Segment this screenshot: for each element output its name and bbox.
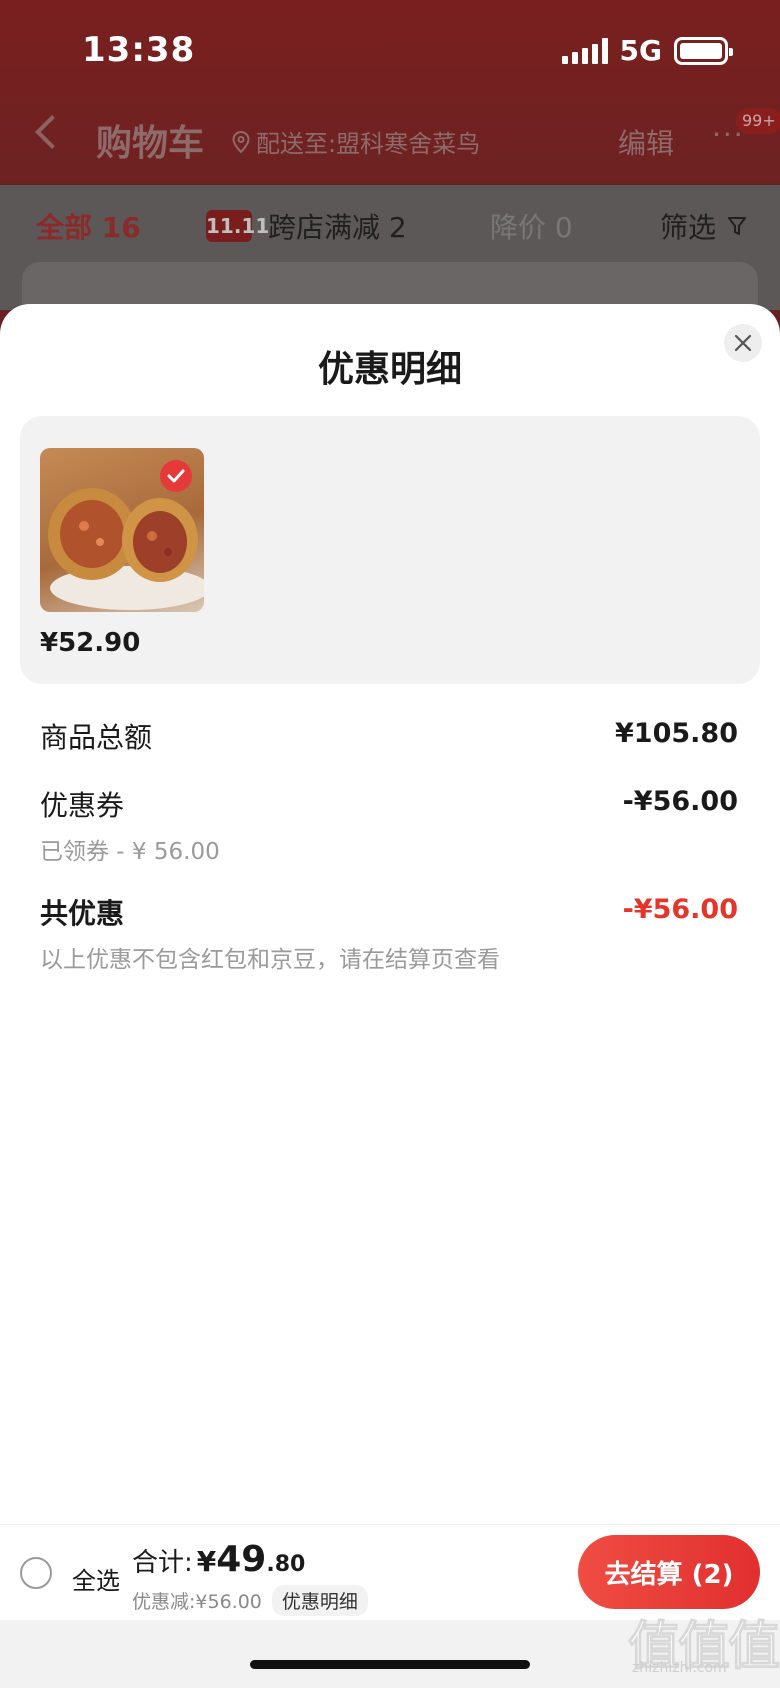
select-all-label[interactable]: 全选 [72,1561,120,1596]
coupon-note: 已领券 - ¥ 56.00 [40,839,220,865]
checkmark-icon [167,469,185,483]
filter-button[interactable]: 筛选 [660,206,747,246]
status-time: 13:38 [82,30,196,70]
goods-total-value: ¥105.80 [615,718,738,749]
battery-icon [674,36,733,65]
signal-icon [561,37,608,64]
product-selected-check[interactable] [160,460,192,492]
network-label: 5G [619,34,662,67]
total-label: 合计: [132,1548,193,1578]
location-pin-icon [232,130,250,153]
discount-amount: 优惠减:¥56.00 [132,1591,262,1613]
product-price: ¥52.90 [40,628,141,658]
watermark-url: zhizhizhi.com [632,1660,727,1676]
total-price: 合计: ¥ 49 .80 [132,1539,305,1580]
discount-detail-link[interactable]: 优惠明细 [271,1585,368,1616]
edit-button[interactable]: 编辑 [618,122,674,162]
delivery-location-text: 配送至:盟科寒舍菜鸟 [256,130,481,158]
coupon-label: 优惠券 [40,789,125,822]
coupon-value: -¥56.00 [622,786,738,817]
tab-cross-store[interactable]: 11.11 跨店满减 2 [206,206,407,246]
discount-detail-sheet: 优惠明细 ¥52.90 商品总额 ¥105.80 优惠券 -¥56.00 已领券… [0,304,780,1688]
sheet-title: 优惠明细 [317,349,462,390]
delivery-location[interactable]: 配送至:盟科寒舍菜鸟 [232,124,480,159]
double11-logo-icon: 11.11 [206,210,269,242]
close-button[interactable] [724,324,762,362]
checkout-button[interactable]: 去结算 (2) [578,1535,760,1609]
total-integer: 49 [216,1539,267,1580]
page-title: 购物车 [96,123,205,164]
product-summary: ¥52.90 [20,416,760,684]
status-icons: 5G [561,34,733,67]
total-decimal: .80 [266,1552,306,1577]
goods-total-label: 商品总额 [40,721,153,754]
total-discount-value: -¥56.00 [622,894,738,925]
total-currency: ¥ [196,1545,217,1578]
select-all-radio[interactable] [20,1557,52,1589]
home-indicator[interactable] [250,1660,530,1669]
message-badge: 99+ [736,108,780,134]
close-icon [734,334,752,352]
filter-icon [728,217,747,235]
total-discount-note: 以上优惠不包含红包和京豆，请在结算页查看 [40,947,500,973]
discount-summary: 优惠减:¥56.00 优惠明细 [132,1585,368,1616]
tab-all[interactable]: 全部 16 [36,206,141,246]
product-image[interactable] [40,448,204,612]
tab-cross-store-label: 跨店满减 2 [268,211,407,244]
tab-price-drop[interactable]: 降价 0 [490,206,573,246]
filter-label: 筛选 [660,211,717,244]
total-discount-label: 共优惠 [40,897,125,930]
